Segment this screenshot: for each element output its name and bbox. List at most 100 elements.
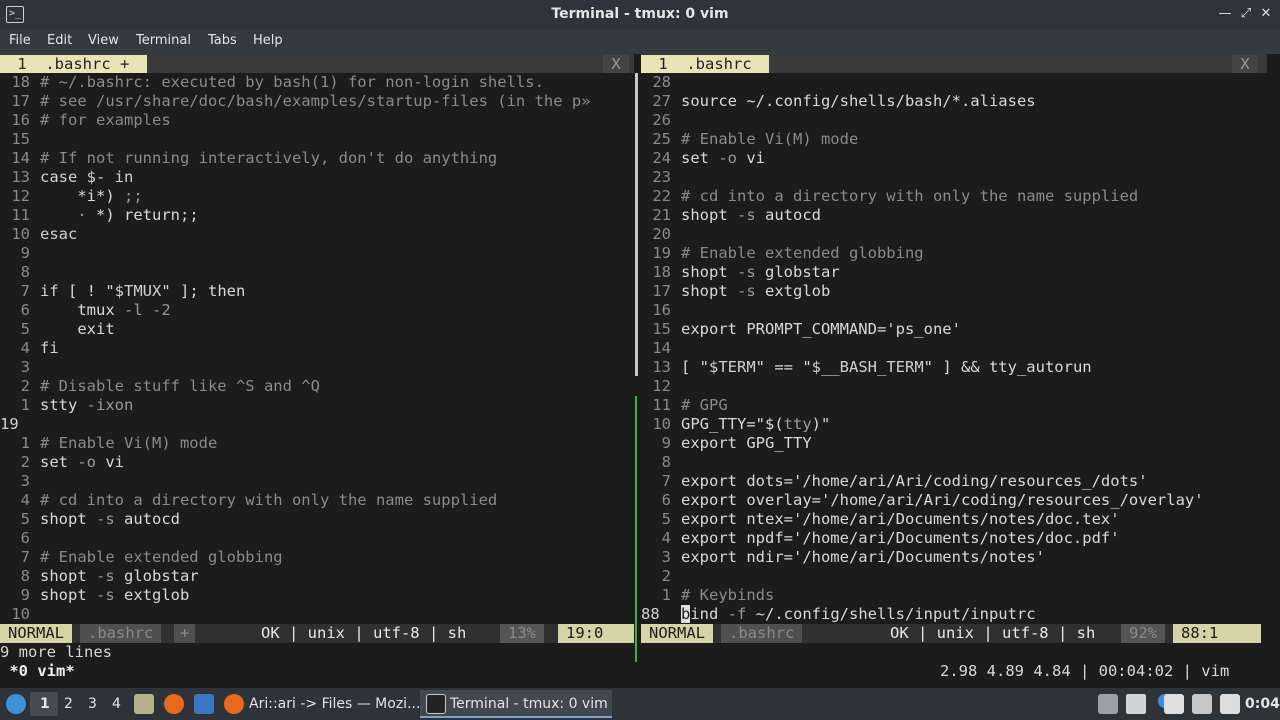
right-code-line[interactable]: 6 export overlay='/home/ari/Ari/coding/re… <box>641 491 1204 510</box>
pane-divider[interactable] <box>635 73 638 376</box>
left-code-line[interactable]: 9 <box>0 244 40 263</box>
workspace-4[interactable]: 4 <box>112 688 121 720</box>
left-code-line[interactable]: 18 # ~/.bashrc: executed by bash(1) for n… <box>0 73 544 92</box>
right-code-line[interactable]: 8 <box>641 453 681 472</box>
clock[interactable]: 0:04 <box>1245 688 1280 720</box>
left-tab-bashrc[interactable]: 1 .bashrc + <box>0 55 147 73</box>
left-code-line[interactable]: 4 # cd into a directory with only the nam… <box>0 491 498 510</box>
left-code-line[interactable]: 7 # Enable extended globbing <box>0 548 283 567</box>
workspace-3[interactable]: 3 <box>88 688 97 720</box>
volume-icon[interactable] <box>1126 694 1146 714</box>
right-code-line[interactable]: 88 bind -f ~/.config/shells/input/inputrc <box>641 605 1036 624</box>
left-code-line[interactable]: 8 <box>0 263 40 282</box>
clipboard-icon[interactable] <box>1164 694 1184 714</box>
right-code-line[interactable]: 27 source ~/.config/shells/bash/*.aliases <box>641 92 1035 111</box>
right-code-line[interactable]: 18 shopt -s globstar <box>641 263 839 282</box>
right-code-line[interactable]: 23 <box>641 168 681 187</box>
menu-edit[interactable]: Edit <box>47 33 72 48</box>
right-code-line[interactable]: 13 [ "$TERM" == "$__BASH_TERM" ] && tty_a… <box>641 358 1091 377</box>
left-code-line[interactable]: 6 <box>0 529 40 548</box>
right-code-line[interactable]: 21 shopt -s autocd <box>641 206 821 225</box>
window-title: Terminal - tmux: 0 vim <box>551 6 729 22</box>
left-code-line[interactable]: 8 shopt -s globstar <box>0 567 199 586</box>
window-titlebar[interactable]: >_ Terminal - tmux: 0 vim — ⤢ ✕ <box>0 0 1280 30</box>
code-token: export npdf='/home/ari/Documents/notes/d… <box>681 529 1120 547</box>
left-code-line[interactable]: 12 *i*) ;; <box>0 187 142 206</box>
left-code-line[interactable]: 3 <box>0 472 40 491</box>
right-code-line[interactable]: 24 set -o vi <box>641 149 765 168</box>
file-manager-icon[interactable] <box>134 694 154 714</box>
right-code-line[interactable]: 1 # Keybinds <box>641 586 775 605</box>
workspace-2[interactable]: 2 <box>64 688 73 720</box>
right-code-line[interactable]: 4 export npdf='/home/ari/Documents/notes/… <box>641 529 1120 548</box>
right-code-line[interactable]: 9 export GPG_TTY <box>641 434 812 453</box>
code-token: # If not running interactively, don't do… <box>40 149 498 167</box>
firefox-launcher-icon[interactable] <box>164 694 184 714</box>
left-code-line[interactable]: 17 # see /usr/share/doc/bash/examples/sta… <box>0 92 590 111</box>
line-number: 13 <box>652 358 671 376</box>
left-code-line[interactable]: 9 shopt -s extglob <box>0 586 190 605</box>
task-firefox[interactable]: Ari::ari -> Files — Mozi... <box>249 688 420 720</box>
right-code-line[interactable]: 19 # Enable extended globbing <box>641 244 923 263</box>
left-code-line[interactable]: 6 tmux -l -2 <box>0 301 171 320</box>
left-code-line[interactable]: 14 # If not running interactively, don't … <box>0 149 497 168</box>
maximize-icon[interactable]: ⤢ <box>1237 5 1255 23</box>
right-code-line[interactable]: 20 <box>641 225 681 244</box>
left-code-line[interactable]: 3 <box>0 358 40 377</box>
network-icon[interactable] <box>1192 694 1212 714</box>
right-code-line[interactable]: 22 # cd into a directory with only the na… <box>641 187 1138 206</box>
right-code-line[interactable]: 11 # GPG <box>641 396 727 415</box>
left-code-line[interactable]: 15 <box>0 130 40 149</box>
menu-view[interactable]: View <box>88 33 119 48</box>
left-code-line[interactable]: 5 shopt -s autocd <box>0 510 180 529</box>
menu-terminal[interactable]: Terminal <box>136 33 191 48</box>
menu-file[interactable]: File <box>9 33 31 48</box>
right-code-line[interactable]: 3 export ndir='/home/ari/Documents/notes' <box>641 548 1045 567</box>
right-code-line[interactable]: 15 export PROMPT_COMMAND='ps_one' <box>641 320 961 339</box>
left-code-line[interactable]: 1 # Enable Vi(M) mode <box>0 434 218 453</box>
minimize-icon[interactable]: — <box>1216 5 1234 23</box>
left-code-line[interactable]: 2 # Disable stuff like ^S and ^Q <box>0 377 320 396</box>
right-code-line[interactable]: 12 <box>641 377 681 396</box>
menu-tabs[interactable]: Tabs <box>208 33 237 48</box>
close-icon[interactable]: ✕ <box>1257 5 1275 23</box>
line-number: 9 <box>20 244 30 262</box>
package-icon[interactable] <box>1098 694 1118 714</box>
right-tab-close-button[interactable]: X <box>1232 55 1258 73</box>
left-code-line[interactable]: 13 case $- in <box>0 168 133 187</box>
right-code-line[interactable]: 7 export dots='/home/ari/Ari/coding/resou… <box>641 472 1148 491</box>
right-code-line[interactable]: 25 # Enable Vi(M) mode <box>641 130 858 149</box>
right-code-line[interactable]: 16 <box>641 301 681 320</box>
menu-help[interactable]: Help <box>253 33 283 48</box>
line-number: 16 <box>11 111 30 129</box>
left-code-line[interactable]: 5 exit <box>0 320 115 339</box>
left-code-line[interactable]: 16 # for examples <box>0 111 170 130</box>
terminal-area[interactable]: 1 .bashrc + X 1 .bashrc X 18 # ~/.bashrc:… <box>0 54 1280 688</box>
right-code-line[interactable]: 5 export ntex='/home/ari/Documents/notes/… <box>641 510 1120 529</box>
app-menu-icon[interactable] <box>6 694 26 714</box>
right-code-line[interactable]: 28 <box>641 73 681 92</box>
left-code-line[interactable]: 7 if [ ! "$TMUX" ]; then <box>0 282 246 301</box>
left-code-line[interactable]: 2 set -o vi <box>0 453 124 472</box>
battery-icon[interactable] <box>1220 694 1240 714</box>
tmux-window-label[interactable]: *0 vim* <box>0 662 74 681</box>
right-code-line[interactable]: 14 <box>641 339 681 358</box>
line-number: 6 <box>661 491 671 509</box>
left-code-line[interactable]: 19 <box>0 415 40 434</box>
left-tab-close-button[interactable]: X <box>603 55 629 73</box>
code-token: if <box>40 282 68 300</box>
right-code-line[interactable]: 2 <box>641 567 681 586</box>
left-code-line[interactable]: 4 fi <box>0 339 59 358</box>
workspace-1[interactable]: 1 <box>40 688 50 720</box>
left-code-line[interactable]: 10 esac <box>0 225 77 244</box>
right-code-line[interactable]: 17 shopt -s extglob <box>641 282 830 301</box>
left-code-line[interactable]: 1 stty -ixon <box>0 396 134 415</box>
left-code-line[interactable]: 10 <box>0 605 40 624</box>
line-number: 8 <box>20 263 30 281</box>
right-tab-bashrc[interactable]: 1 .bashrc <box>641 55 769 73</box>
desktop-icon[interactable] <box>194 694 214 714</box>
left-code-line[interactable]: 11 · *) return;; <box>0 206 198 225</box>
right-code-line[interactable]: 26 <box>641 111 681 130</box>
right-code-line[interactable]: 10 GPG_TTY="$(tty)" <box>641 415 830 434</box>
task-terminal[interactable]: Terminal - tmux: 0 vim <box>450 688 608 720</box>
